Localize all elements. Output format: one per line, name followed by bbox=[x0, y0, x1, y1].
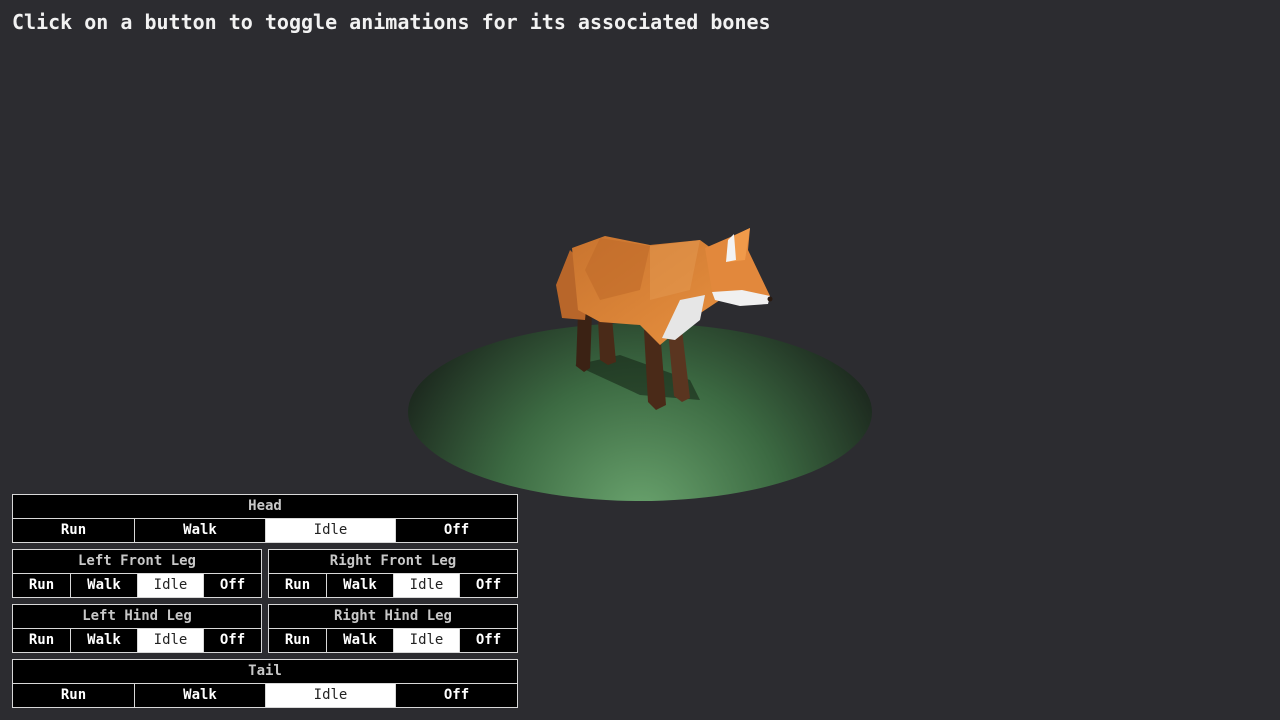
left-front-leg-idle-button[interactable]: Idle bbox=[138, 574, 204, 597]
tail-off-button[interactable]: Off bbox=[396, 684, 517, 707]
right-hind-leg-run-button[interactable]: Run bbox=[269, 629, 327, 652]
panel-title-right-front-leg: Right Front Leg bbox=[269, 550, 517, 574]
button-row-right-front-leg: Run Walk Idle Off bbox=[269, 574, 517, 597]
panel-title-tail: Tail bbox=[13, 660, 517, 684]
panel-right-front-leg: Right Front Leg Run Walk Idle Off bbox=[268, 549, 518, 598]
panel-tail: Tail Run Walk Idle Off bbox=[12, 659, 518, 708]
left-front-leg-off-button[interactable]: Off bbox=[204, 574, 261, 597]
panel-left-hind-leg: Left Hind Leg Run Walk Idle Off bbox=[12, 604, 262, 653]
right-hind-leg-idle-button[interactable]: Idle bbox=[394, 629, 460, 652]
panel-title-left-hind-leg: Left Hind Leg bbox=[13, 605, 261, 629]
head-walk-button[interactable]: Walk bbox=[135, 519, 266, 542]
panel-left-front-leg: Left Front Leg Run Walk Idle Off bbox=[12, 549, 262, 598]
right-hind-leg-off-button[interactable]: Off bbox=[460, 629, 517, 652]
left-front-leg-run-button[interactable]: Run bbox=[13, 574, 71, 597]
left-hind-leg-off-button[interactable]: Off bbox=[204, 629, 261, 652]
button-row-left-hind-leg: Run Walk Idle Off bbox=[13, 629, 261, 652]
left-hind-leg-run-button[interactable]: Run bbox=[13, 629, 71, 652]
right-front-leg-walk-button[interactable]: Walk bbox=[327, 574, 394, 597]
head-run-button[interactable]: Run bbox=[13, 519, 135, 542]
panel-title-right-hind-leg: Right Hind Leg bbox=[269, 605, 517, 629]
right-front-leg-run-button[interactable]: Run bbox=[269, 574, 327, 597]
tail-idle-button[interactable]: Idle bbox=[266, 684, 396, 707]
panel-title-head: Head bbox=[13, 495, 517, 519]
left-front-leg-walk-button[interactable]: Walk bbox=[71, 574, 138, 597]
button-row-left-front-leg: Run Walk Idle Off bbox=[13, 574, 261, 597]
head-off-button[interactable]: Off bbox=[396, 519, 517, 542]
ground-disc bbox=[408, 323, 872, 501]
panel-right-hind-leg: Right Hind Leg Run Walk Idle Off bbox=[268, 604, 518, 653]
panel-head: Head Run Walk Idle Off bbox=[12, 494, 518, 543]
tail-walk-button[interactable]: Walk bbox=[135, 684, 266, 707]
head-idle-button[interactable]: Idle bbox=[266, 519, 396, 542]
left-hind-leg-idle-button[interactable]: Idle bbox=[138, 629, 204, 652]
tail-run-button[interactable]: Run bbox=[13, 684, 135, 707]
button-row-head: Run Walk Idle Off bbox=[13, 519, 517, 542]
left-hind-leg-walk-button[interactable]: Walk bbox=[71, 629, 138, 652]
right-front-leg-off-button[interactable]: Off bbox=[460, 574, 517, 597]
right-hind-leg-walk-button[interactable]: Walk bbox=[327, 629, 394, 652]
right-front-leg-idle-button[interactable]: Idle bbox=[394, 574, 460, 597]
panel-title-left-front-leg: Left Front Leg bbox=[13, 550, 261, 574]
button-row-tail: Run Walk Idle Off bbox=[13, 684, 517, 707]
button-row-right-hind-leg: Run Walk Idle Off bbox=[269, 629, 517, 652]
